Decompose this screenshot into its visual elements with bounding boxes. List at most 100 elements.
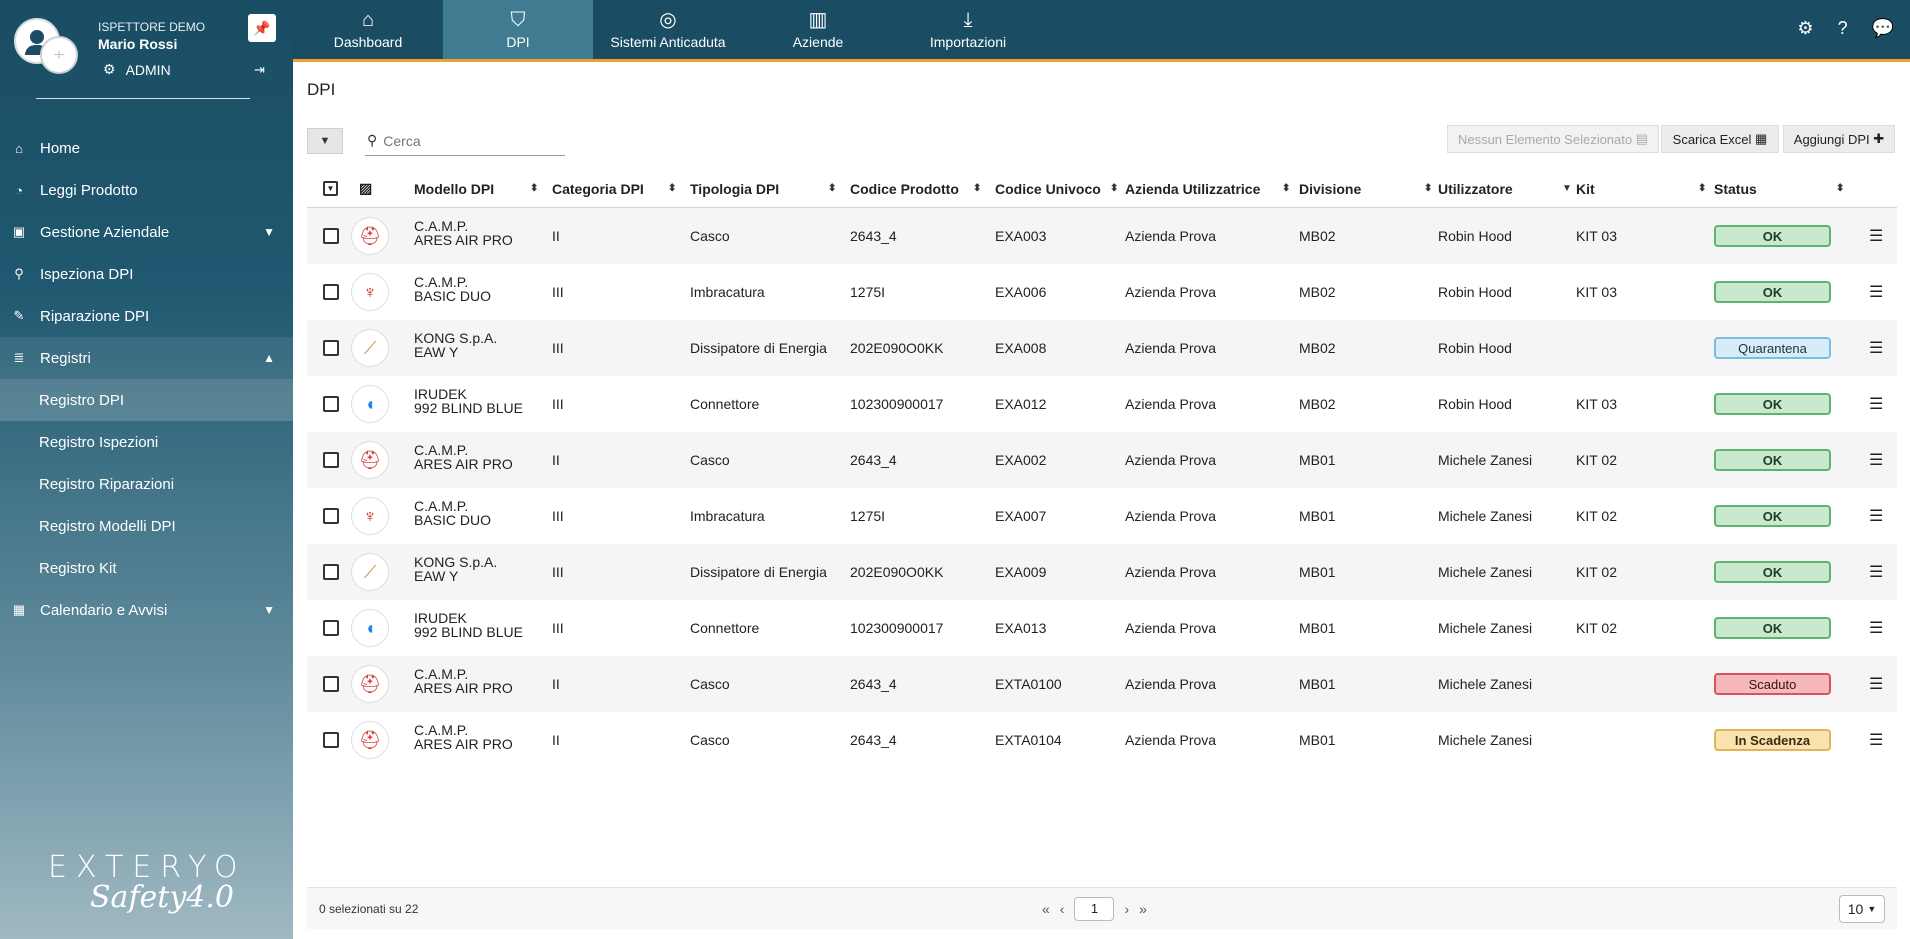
sort-icon[interactable]: ⬍ xyxy=(668,183,676,194)
sort-icon[interactable]: ⬍ xyxy=(1836,183,1844,194)
sort-desc-icon[interactable]: ▼ xyxy=(1562,183,1572,194)
sidebar-subitem-registro-dpi[interactable]: Registro DPI xyxy=(0,379,293,421)
cell-kit: KIT 03 xyxy=(1576,228,1617,244)
row-checkbox[interactable] xyxy=(323,676,339,692)
carabiner-icon: ◖ xyxy=(351,609,389,647)
cell-tipologia: Casco xyxy=(690,228,730,244)
add-dpi-button[interactable]: Aggiungi DPI ✚ xyxy=(1783,125,1895,153)
page-title: DPI xyxy=(307,80,336,99)
row-menu-icon[interactable]: ☰ xyxy=(1869,226,1883,246)
sort-icon[interactable]: ⬍ xyxy=(828,183,836,194)
cell-utilizzatore: Michele Zanesi xyxy=(1438,508,1533,524)
tab-dashboard[interactable]: ⌂ Dashboard xyxy=(293,0,443,59)
row-checkbox[interactable] xyxy=(323,452,339,468)
col-codice-prodotto[interactable]: Codice Prodotto xyxy=(850,181,959,197)
first-page-icon[interactable]: « xyxy=(1042,901,1050,917)
export-excel-button[interactable]: Scarica Excel ▦ xyxy=(1661,125,1779,153)
sidebar-item-ispeziona-dpi[interactable]: ⚲ Ispeziona DPI xyxy=(0,253,293,295)
row-menu-icon[interactable]: ☰ xyxy=(1869,394,1883,414)
sidebar-item-gestione-aziendale[interactable]: ▣ Gestione Aziendale ▼ xyxy=(0,211,293,253)
col-status[interactable]: Status xyxy=(1714,181,1757,197)
col-azienda-utilizzatrice[interactable]: Azienda Utilizzatrice xyxy=(1125,181,1260,197)
col-utilizzatore[interactable]: Utilizzatore xyxy=(1438,181,1513,197)
sidebar-subitem-registro-kit[interactable]: Registro Kit xyxy=(0,547,293,589)
logout-icon[interactable]: ⇥ xyxy=(254,62,265,78)
sort-icon[interactable]: ⬍ xyxy=(973,183,981,194)
search-box: ⚲ xyxy=(365,126,565,156)
sidebar-subitem-registro-modelli-dpi[interactable]: Registro Modelli DPI xyxy=(0,505,293,547)
row-checkbox[interactable] xyxy=(323,228,339,244)
row-checkbox[interactable] xyxy=(323,396,339,412)
tab-sistemi-anticaduta[interactable]: ◎ Sistemi Anticaduta xyxy=(593,0,743,59)
col-modello-dpi[interactable]: Modello DPI xyxy=(414,181,494,197)
sidebar-item-calendario[interactable]: ▦ Calendario e Avvisi ▼ xyxy=(0,589,293,631)
table-row[interactable]: ⛑ C.A.M.P. ARES AIR PRO II Casco 2643_4 EXA… xyxy=(307,432,1897,488)
sort-icon[interactable]: ⬍ xyxy=(1110,183,1118,194)
col-codice-univoco[interactable]: Codice Univoco xyxy=(995,181,1101,197)
sidebar-subitem-label: Registro Ispezioni xyxy=(39,433,159,451)
settings-icon[interactable]: ⚙ xyxy=(1797,18,1813,39)
last-page-icon[interactable]: » xyxy=(1139,901,1147,917)
sidebar-subitem-registro-ispezioni[interactable]: Registro Ispezioni xyxy=(0,421,293,463)
next-page-icon[interactable]: › xyxy=(1124,901,1129,917)
col-divisione[interactable]: Divisione xyxy=(1299,181,1361,197)
row-menu-icon[interactable]: ☰ xyxy=(1869,338,1883,358)
row-checkbox[interactable] xyxy=(323,564,339,580)
prev-page-icon[interactable]: ‹ xyxy=(1060,901,1065,917)
pin-button[interactable]: 📌 xyxy=(248,14,276,42)
sort-icon[interactable]: ⬍ xyxy=(1424,183,1432,194)
table-row[interactable]: ♆ C.A.M.P. BASIC DUO III Imbracatura 1275I… xyxy=(307,264,1897,320)
row-menu-icon[interactable]: ☰ xyxy=(1869,506,1883,526)
status-label: Quarantena xyxy=(1714,337,1831,359)
status-label: OK xyxy=(1714,561,1831,583)
cell-divisione: MB01 xyxy=(1299,508,1336,524)
row-menu-icon[interactable]: ☰ xyxy=(1869,282,1883,302)
sidebar-item-label: Registri xyxy=(40,349,91,367)
row-menu-icon[interactable]: ☰ xyxy=(1869,562,1883,582)
table-row[interactable]: ⛑ C.A.M.P. ARES AIR PRO II Casco 2643_4 EXA… xyxy=(307,208,1897,264)
chat-icon[interactable]: 💬 xyxy=(1872,18,1894,39)
tab-importazioni[interactable]: ⤓ Importazioni xyxy=(893,0,1043,59)
row-checkbox[interactable] xyxy=(323,340,339,356)
cell-modello: C.A.M.P. ARES AIR PRO xyxy=(414,443,513,471)
tab-label: Sistemi Anticaduta xyxy=(610,34,726,50)
search-input[interactable] xyxy=(383,132,554,149)
row-menu-icon[interactable]: ☰ xyxy=(1869,730,1883,750)
table-row[interactable]: ⟋ KONG S.p.A. EAW Y III Dissipatore di En… xyxy=(307,320,1897,376)
sidebar-item-home[interactable]: ⌂ Home xyxy=(0,127,293,169)
caret-down-icon: ▼ xyxy=(323,181,338,196)
row-checkbox[interactable] xyxy=(323,732,339,748)
table-row[interactable]: ⟋ KONG S.p.A. EAW Y III Dissipatore di En… xyxy=(307,544,1897,600)
table-row[interactable]: ⛑ C.A.M.P. ARES AIR PRO II Casco 2643_4 EXT… xyxy=(307,712,1897,768)
select-all-checkbox[interactable]: ▼ xyxy=(323,181,338,196)
page-input[interactable]: 1 xyxy=(1074,896,1115,921)
user-icon xyxy=(25,30,49,55)
row-menu-icon[interactable]: ☰ xyxy=(1869,450,1883,470)
sort-icon[interactable]: ⬍ xyxy=(1698,183,1706,194)
col-tipologia-dpi[interactable]: Tipologia DPI xyxy=(690,181,779,197)
col-kit[interactable]: Kit xyxy=(1576,181,1595,197)
page-size-select[interactable]: 10 ▼ xyxy=(1839,894,1885,923)
sidebar-item-leggi-prodotto[interactable]: ◔ Leggi Prodotto xyxy=(0,169,293,211)
sidebar-item-registri[interactable]: ≣ Registri ▲ xyxy=(0,337,293,379)
row-menu-icon[interactable]: ☰ xyxy=(1869,618,1883,638)
tab-dpi[interactable]: ⛉ DPI xyxy=(443,0,593,59)
row-checkbox[interactable] xyxy=(323,620,339,636)
sort-icon[interactable]: ⬍ xyxy=(1282,183,1290,194)
row-checkbox[interactable] xyxy=(323,284,339,300)
table-row[interactable]: ◖ IRUDEK 992 BLIND BLUE III Connettore 102… xyxy=(307,600,1897,656)
admin-link[interactable]: ⚙ ADMIN xyxy=(103,61,171,78)
help-icon[interactable]: ? xyxy=(1838,18,1848,39)
tab-aziende[interactable]: ▥ Aziende xyxy=(743,0,893,59)
col-categoria-dpi[interactable]: Categoria DPI xyxy=(552,181,644,197)
filter-button[interactable]: ▼ xyxy=(307,128,343,154)
table-row[interactable]: ♆ C.A.M.P. BASIC DUO III Imbracatura 1275I… xyxy=(307,488,1897,544)
sidebar-subitem-registro-riparazioni[interactable]: Registro Riparazioni xyxy=(0,463,293,505)
row-menu-icon[interactable]: ☰ xyxy=(1869,674,1883,694)
table-row[interactable]: ⛑ C.A.M.P. ARES AIR PRO II Casco 2643_4 EXT… xyxy=(307,656,1897,712)
row-checkbox[interactable] xyxy=(323,508,339,524)
sort-icon[interactable]: ⬍ xyxy=(530,183,538,194)
carabiner-icon: ◖ xyxy=(351,385,389,423)
table-row[interactable]: ◖ IRUDEK 992 BLIND BLUE III Connettore 102… xyxy=(307,376,1897,432)
sidebar-item-riparazione-dpi[interactable]: ✎ Riparazione DPI xyxy=(0,295,293,337)
